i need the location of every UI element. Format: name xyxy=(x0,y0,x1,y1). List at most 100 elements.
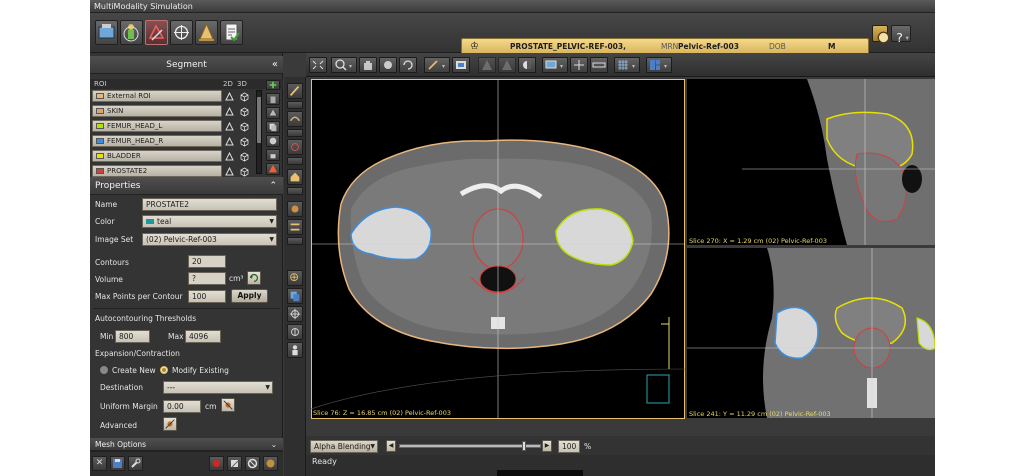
coronal-viewport[interactable]: Slice 241: Y = 11.29 cm (02) Pelvic-Ref-… xyxy=(687,248,935,418)
copy-roi-button[interactable] xyxy=(266,121,280,133)
fill-tool-menu[interactable] xyxy=(287,187,303,195)
paint-button[interactable] xyxy=(263,456,278,471)
add-point-button[interactable] xyxy=(287,270,303,286)
roi-2d-visibility-icon[interactable] xyxy=(224,106,235,117)
zoom-button[interactable]: ▾ xyxy=(331,57,357,73)
no-entry-button[interactable] xyxy=(245,456,260,471)
beam-button[interactable] xyxy=(195,20,218,45)
properties-collapse-icon[interactable]: ⌃ xyxy=(269,177,277,195)
window-level-button[interactable] xyxy=(379,57,397,73)
annotation-button[interactable] xyxy=(452,57,470,73)
image-set-select[interactable]: (02) Pelvic-Ref-003 xyxy=(142,233,277,246)
help-button[interactable]: ? ▾ xyxy=(891,25,911,45)
delete-roi-button[interactable] xyxy=(266,93,280,105)
segment-button[interactable] xyxy=(145,20,168,45)
draw-tool-menu[interactable] xyxy=(287,101,303,109)
close-button[interactable]: ✕ xyxy=(92,456,107,471)
interpolate-tool-menu[interactable] xyxy=(287,237,303,245)
beam-view-button[interactable] xyxy=(478,57,496,73)
apply-margin-button[interactable] xyxy=(221,398,235,412)
roi-row[interactable]: FEMUR_HEAD_L xyxy=(92,120,222,132)
freehand-tool-button[interactable] xyxy=(287,111,303,127)
fill-tool-button[interactable] xyxy=(287,169,303,185)
contrast-button[interactable] xyxy=(518,57,536,73)
sagittal-viewport[interactable]: Slice 270: X = 1.29 cm (02) Pelvic-Ref-0… xyxy=(687,79,935,245)
roi-list-scrollbar[interactable] xyxy=(256,90,262,174)
color-select[interactable]: teal xyxy=(142,215,277,228)
destination-select[interactable]: --- xyxy=(163,381,273,394)
center-button[interactable] xyxy=(287,306,303,322)
refresh-volume-button[interactable] xyxy=(247,271,261,285)
roi-2d-visibility-icon[interactable] xyxy=(224,121,235,132)
nudge-tool-button[interactable] xyxy=(287,139,303,155)
mesh-options-header[interactable]: Mesh Options ⌄ xyxy=(90,438,283,451)
uniform-margin-input[interactable]: 0.00 xyxy=(163,400,201,413)
record-button[interactable] xyxy=(209,456,224,471)
beam-eye-button[interactable] xyxy=(498,57,516,73)
roi-scroll-thumb[interactable] xyxy=(257,97,261,143)
roi-2d-visibility-icon[interactable] xyxy=(224,166,235,177)
blend-decrease-button[interactable]: ◀ xyxy=(386,440,396,452)
roi-lock-button[interactable] xyxy=(266,149,280,161)
settings-button[interactable] xyxy=(872,25,890,44)
isocenter-button[interactable] xyxy=(170,20,193,45)
blend-slider[interactable] xyxy=(399,441,541,451)
freehand-tool-menu[interactable] xyxy=(287,129,303,137)
roi-3d-visibility-icon[interactable] xyxy=(239,166,250,177)
rotate-button[interactable] xyxy=(399,57,417,73)
max-threshold-input[interactable]: 4096 xyxy=(185,330,221,343)
erase-tool-button[interactable] xyxy=(287,201,303,217)
roi-3d-visibility-icon[interactable] xyxy=(239,106,250,117)
roi-3d-visibility-icon[interactable] xyxy=(239,151,250,162)
collapse-chevron-icon[interactable]: « xyxy=(272,56,278,74)
approve-button[interactable] xyxy=(220,20,243,45)
copy-slice-button[interactable] xyxy=(287,288,303,304)
tools-button[interactable] xyxy=(128,456,143,471)
crosshair-toggle-button[interactable] xyxy=(570,57,588,73)
layout-button[interactable]: ▾ xyxy=(646,57,672,73)
roi-row[interactable]: FEMUR_HEAD_R xyxy=(92,135,222,147)
roi-3d-visibility-icon[interactable] xyxy=(239,121,250,132)
measure-button[interactable] xyxy=(287,324,303,340)
roi-2d-visibility-icon[interactable] xyxy=(224,91,235,102)
merge-roi-button[interactable] xyxy=(266,135,280,147)
roi-row[interactable]: PROSTATE2 xyxy=(92,165,222,177)
apply-button[interactable]: Apply xyxy=(231,289,268,303)
blending-mode-select[interactable]: Alpha Blending xyxy=(310,440,378,453)
roi-2d-visibility-icon[interactable] xyxy=(224,136,235,147)
roi-options-button[interactable] xyxy=(266,163,280,175)
max-points-input[interactable]: 100 xyxy=(188,290,226,303)
add-roi-button[interactable] xyxy=(266,80,280,90)
grid-button[interactable]: ▾ xyxy=(614,57,640,73)
fit-view-button[interactable] xyxy=(309,57,327,73)
interpolate-tool-button[interactable] xyxy=(287,219,303,235)
min-threshold-input[interactable]: 800 xyxy=(115,330,150,343)
save-button[interactable] xyxy=(110,456,125,471)
display-options-button[interactable]: ▾ xyxy=(542,57,568,73)
pan-button[interactable] xyxy=(359,57,377,73)
roi-row[interactable]: BLADDER xyxy=(92,150,222,162)
patient-data-button[interactable] xyxy=(95,20,118,45)
ruler-button[interactable]: ▾ xyxy=(424,57,450,73)
scale-button[interactable] xyxy=(590,57,608,73)
blend-percent-input[interactable]: 100 xyxy=(558,440,580,453)
nudge-tool-menu[interactable] xyxy=(287,157,303,165)
move-up-roi-button[interactable] xyxy=(266,107,280,119)
roi-name-input[interactable]: PROSTATE2 xyxy=(142,198,277,211)
advanced-button[interactable] xyxy=(163,417,177,431)
blend-slider-thumb[interactable] xyxy=(522,441,526,451)
edit-contour-button[interactable] xyxy=(227,456,242,471)
modify-existing-radio[interactable] xyxy=(160,366,168,374)
patient-position-button[interactable] xyxy=(287,342,303,358)
roi-3d-visibility-icon[interactable] xyxy=(239,136,250,147)
blend-increase-button[interactable]: ▶ xyxy=(542,440,552,452)
roi-3d-visibility-icon[interactable] xyxy=(239,91,250,102)
draw-tool-button[interactable] xyxy=(287,83,303,99)
roi-2d-visibility-icon[interactable] xyxy=(224,151,235,162)
create-new-radio[interactable] xyxy=(100,366,108,374)
roi-row[interactable]: External ROI xyxy=(92,90,222,102)
axial-viewport[interactable]: Slice 76: Z = 16.85 cm (02) Pelvic-Ref-0… xyxy=(311,79,685,419)
house-fill-icon xyxy=(290,172,300,182)
simulation-button[interactable] xyxy=(120,20,143,45)
roi-row[interactable]: SKIN xyxy=(92,105,222,117)
